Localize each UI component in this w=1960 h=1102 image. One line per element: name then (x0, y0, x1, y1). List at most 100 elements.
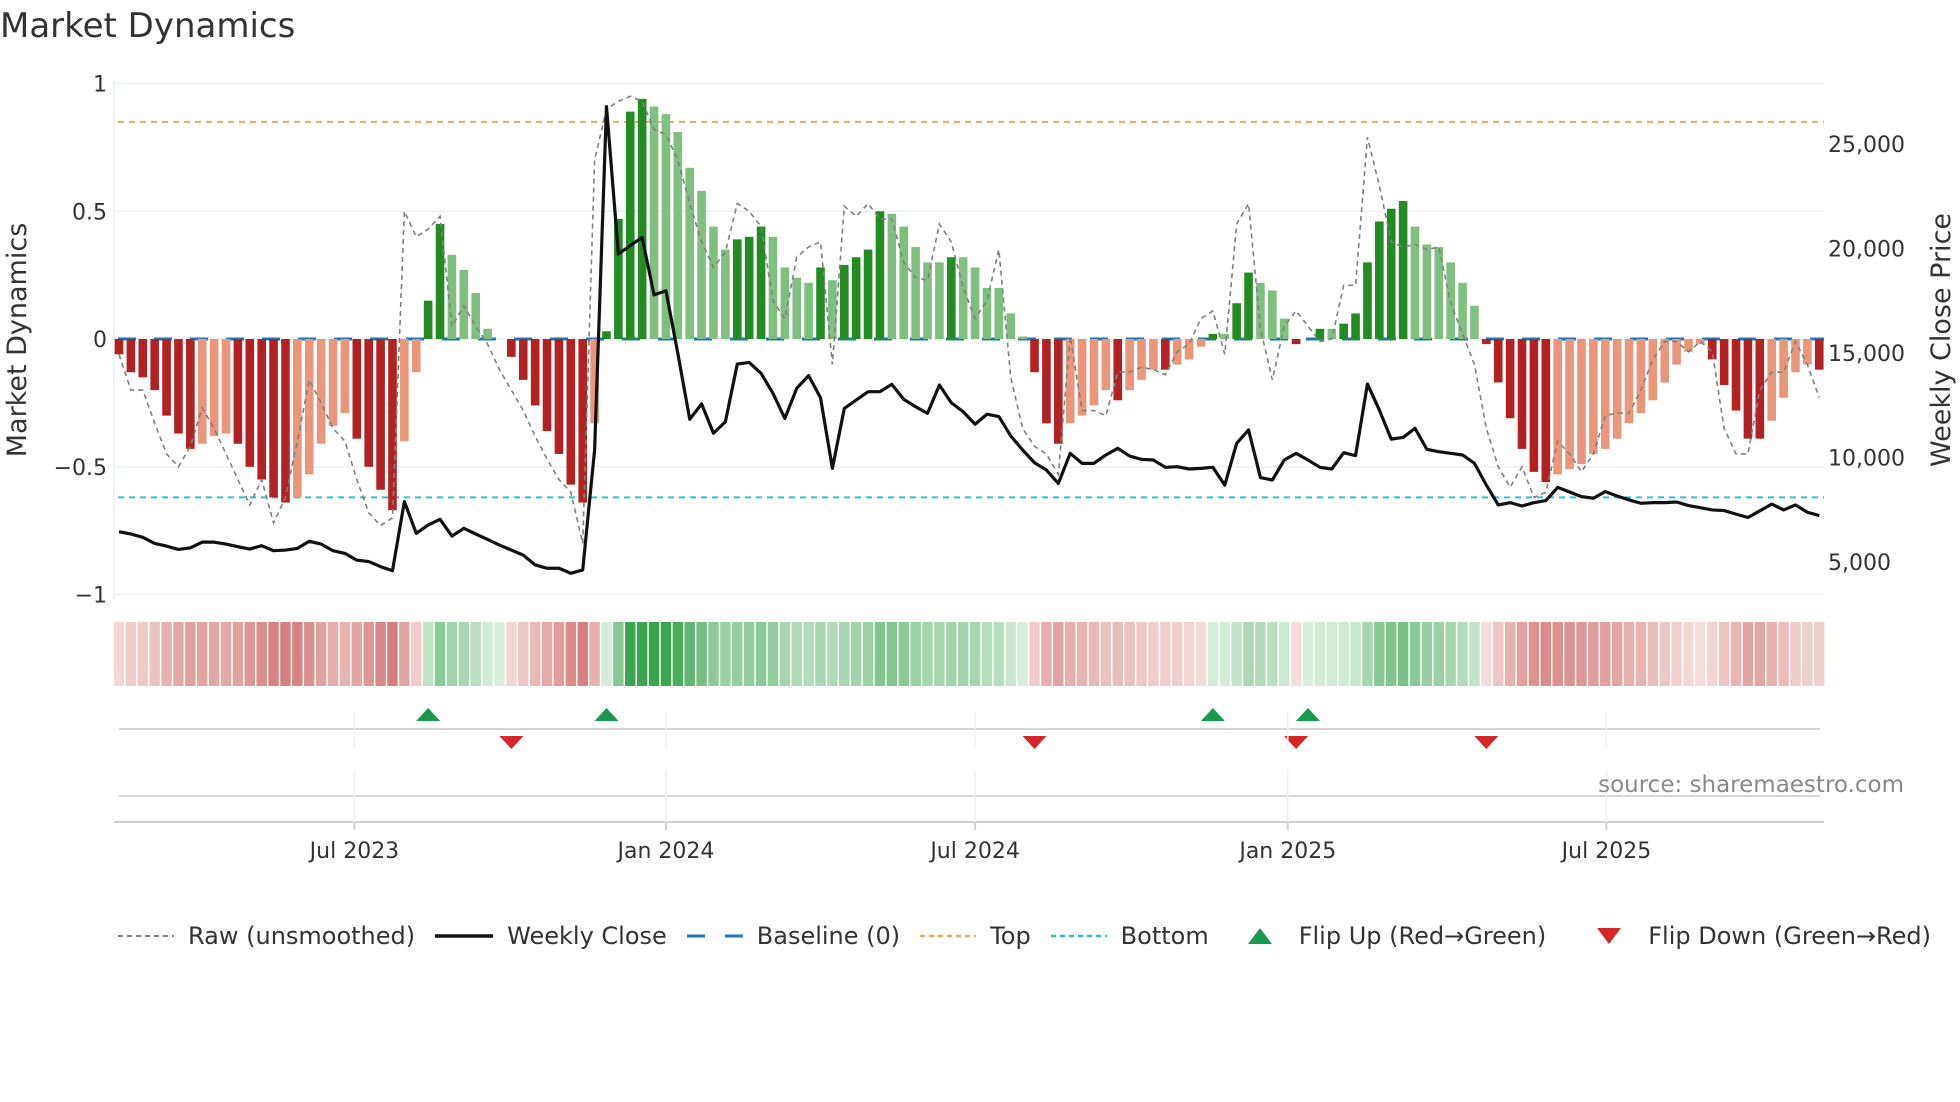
dynamics-bar (197, 339, 207, 444)
legend-item-baseline: Baseline (0) (686, 922, 900, 950)
flip-up-marker (1200, 708, 1225, 721)
dynamics-bar (1624, 339, 1634, 424)
heatmap-cell (1255, 622, 1266, 686)
heatmap-cell (827, 622, 838, 686)
dynamics-bar (1077, 339, 1087, 416)
dynamics-bar (1541, 339, 1551, 483)
flip-down-marker (499, 736, 524, 749)
heatmap-cell (874, 622, 886, 686)
dynamics-bar (697, 190, 706, 339)
heatmap-cell (185, 622, 196, 686)
heatmap-cell (1730, 622, 1742, 686)
x-tick-label: Jul 2025 (1560, 839, 1652, 864)
flip-up-marker (416, 708, 441, 721)
heatmap-cell (779, 622, 791, 686)
heatmap-cell (220, 622, 232, 686)
heatmap-cell (494, 622, 505, 686)
dynamics-bar (899, 226, 909, 339)
heatmap-cell (113, 622, 125, 686)
dynamics-bar (423, 300, 433, 339)
heatmap-cell (613, 622, 624, 686)
dynamics-bar (566, 339, 576, 485)
heatmap-cell (1754, 622, 1766, 686)
heatmap-cell (1504, 622, 1516, 686)
heatmap-cell (720, 622, 731, 686)
dynamics-bars (114, 98, 1824, 511)
dynamics-bar (851, 257, 861, 339)
heatmap-cell (803, 622, 814, 686)
regime-heatmap-strip (113, 622, 1825, 686)
heatmap-cell (315, 622, 327, 686)
heatmap-cell (708, 622, 719, 686)
dynamics-bar (792, 277, 802, 339)
heatmap-cell (529, 622, 541, 686)
heatmap-cell (684, 622, 695, 686)
dynamics-bar (1161, 339, 1170, 370)
heatmap-cell (1088, 622, 1100, 686)
dynamics-bar (744, 236, 754, 339)
dynamics-bar (1042, 339, 1051, 424)
dynamics-bar (1244, 272, 1253, 339)
y-right-axis-label: Weekly Close Price (1926, 213, 1957, 467)
y-left-axis-label: Market Dynamics (2, 223, 33, 458)
dynamics-bar (947, 257, 956, 339)
dynamics-bar (839, 264, 849, 339)
y-left-tick-label: 0 (93, 328, 107, 353)
dynamics-bar (1398, 201, 1408, 339)
dynamics-bar (340, 339, 350, 414)
y-left-tick-label: 0.5 (72, 200, 107, 225)
heatmap-cell (1326, 622, 1337, 686)
heatmap-cell (446, 622, 458, 686)
dynamics-bar (1684, 339, 1693, 352)
heatmap-cell (1100, 622, 1112, 686)
dynamics-bar (316, 339, 326, 444)
dynamics-bar (1600, 339, 1610, 449)
heatmap-cell (1302, 622, 1314, 686)
y-right-tick-label: 20,000 (1828, 238, 1905, 263)
heatmap-cell (399, 622, 410, 686)
heatmap-cell (518, 622, 529, 686)
heatmap-cell (339, 622, 351, 686)
flip-up-marker (1296, 708, 1320, 721)
dynamics-bar (1636, 339, 1646, 414)
heatmap-cell (1148, 622, 1159, 686)
dynamics-bar (352, 339, 362, 439)
heatmap-cell (1124, 622, 1135, 686)
heatmap-cell (1160, 622, 1171, 686)
y-right-tick-label: 5,000 (1828, 551, 1891, 576)
heatmap-cell (1552, 622, 1563, 686)
heatmap-cell (1790, 622, 1801, 686)
legend-item-flip-up: Flip Up (Red→Green) (1247, 922, 1546, 950)
dynamics-bar (911, 247, 920, 339)
heatmap-cell (1279, 622, 1290, 686)
heatmap-cell (696, 622, 707, 686)
heatmap-cell (197, 622, 208, 686)
heatmap-cell (1623, 622, 1635, 686)
heatmap-cell (1386, 622, 1397, 686)
dynamics-bar (685, 167, 695, 339)
dynamics-bar (293, 339, 302, 498)
x-tick-label: Jul 2023 (308, 839, 400, 864)
heatmap-cell (1588, 622, 1599, 686)
legend-label: Raw (unsmoothed) (188, 922, 416, 950)
dynamics-bar (1339, 323, 1348, 339)
heatmap-cell (125, 622, 137, 686)
dynamics-bar (1470, 305, 1479, 339)
heatmap-cell (1409, 622, 1421, 686)
heatmap-cell (256, 622, 267, 686)
dynamics-bar (162, 339, 171, 416)
heatmap-cell (815, 622, 826, 686)
heatmap-cell (732, 622, 743, 686)
heatmap-cell (1766, 622, 1777, 686)
dynamics-bar (578, 339, 588, 503)
dynamics-bar (1529, 339, 1539, 472)
heatmap-cell (304, 622, 315, 686)
dynamics-bar (1149, 339, 1158, 370)
heatmap-cell (482, 622, 493, 686)
heatmap-cell (957, 622, 969, 686)
heatmap-cell (506, 622, 517, 686)
heatmap-cell (577, 622, 588, 686)
legend-item-close: Weekly Close (435, 922, 667, 950)
dynamics-bar (483, 328, 492, 339)
dynamics-bar (1018, 336, 1027, 339)
